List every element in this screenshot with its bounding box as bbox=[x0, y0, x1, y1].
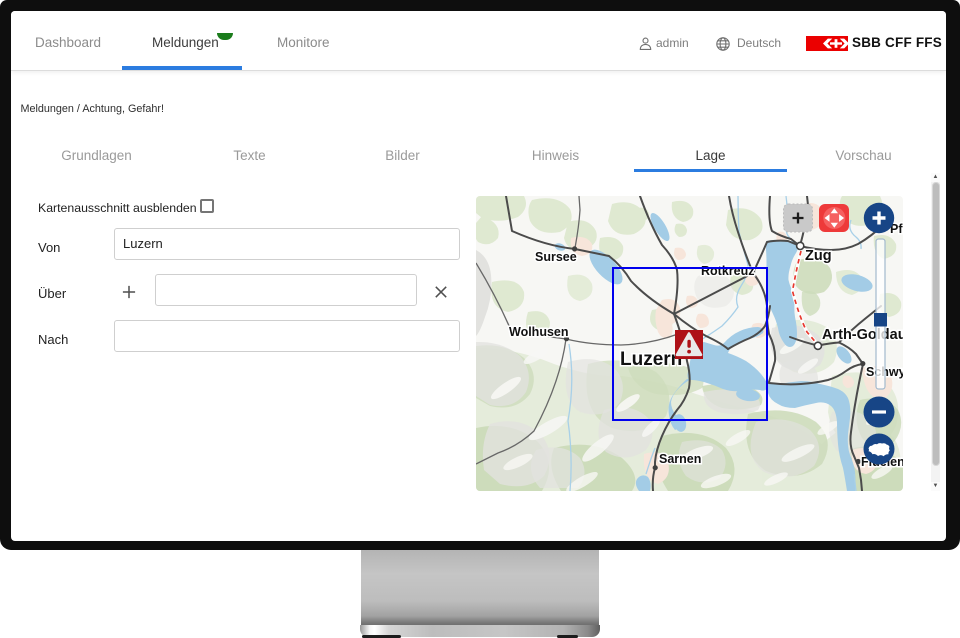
svg-text:Luzern: Luzern bbox=[620, 349, 682, 370]
svg-text:Arth-Goldau: Arth-Goldau bbox=[822, 327, 903, 343]
svg-text:Wolhusen: Wolhusen bbox=[509, 325, 569, 339]
svg-text:Rotkreuz: Rotkreuz bbox=[701, 264, 754, 278]
svg-text:Sursee: Sursee bbox=[535, 250, 577, 264]
svg-text:Zug: Zug bbox=[805, 248, 832, 264]
svg-text:Sarnen: Sarnen bbox=[659, 452, 701, 466]
